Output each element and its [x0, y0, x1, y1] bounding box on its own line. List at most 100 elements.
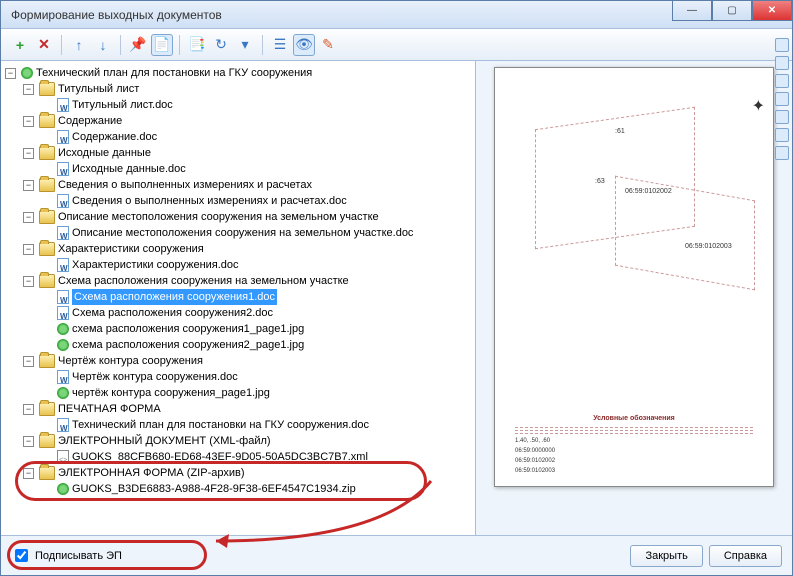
window: Формирование выходных документов — ▢ ✕ +… — [0, 0, 793, 576]
preview-tool-button[interactable] — [775, 128, 789, 142]
separator — [61, 35, 62, 55]
up-button[interactable]: ↑ — [68, 34, 90, 56]
refresh-button[interactable]: ↻ — [210, 34, 232, 56]
expander-icon[interactable]: − — [23, 84, 34, 95]
tree-folder[interactable]: −Чертёж контура сооружения — [23, 353, 471, 369]
preview-tool-button[interactable] — [775, 61, 789, 70]
window-controls: — ▢ ✕ — [672, 1, 792, 21]
tree-folder[interactable]: −Титульный лист — [23, 81, 471, 97]
folder-icon — [39, 178, 55, 192]
tree-folder[interactable]: − ЭЛЕКТРОННЫЙ ДОКУМЕНТ (XML-файл) — [23, 433, 471, 449]
preview-tool-button[interactable] — [775, 110, 789, 124]
copy-button[interactable]: 📑 — [186, 34, 208, 56]
add-button[interactable]: + — [9, 34, 31, 56]
doc-icon — [57, 370, 69, 384]
tree-folder[interactable]: − Сведения о выполненных измерениях и рас… — [23, 177, 471, 193]
check-icon — [57, 339, 69, 351]
tree-file[interactable]: Характеристики сооружения.doc — [41, 257, 471, 273]
preview-tool-button[interactable] — [775, 146, 789, 160]
sign-checkbox[interactable] — [15, 549, 28, 562]
pin-button[interactable]: 📌 — [127, 34, 149, 56]
parcel-label: :63 — [595, 178, 605, 185]
bottom-bar: Подписывать ЭП Закрыть Справка — [1, 535, 792, 575]
check-icon — [57, 387, 69, 399]
titlebar: Формирование выходных документов — ▢ ✕ — [1, 1, 792, 29]
tree-file[interactable]: GUOKS_88CFB680-ED68-43EF-9D05-50A5DC3BC7… — [41, 449, 471, 465]
doc-icon — [57, 226, 69, 240]
folder-icon — [39, 114, 55, 128]
expander-icon[interactable]: − — [23, 180, 34, 191]
close-dialog-button[interactable]: Закрыть — [630, 545, 702, 567]
doc-icon — [57, 98, 69, 112]
expander-icon[interactable]: − — [23, 468, 34, 479]
tree-folder[interactable]: − Исходные данные — [23, 145, 471, 161]
tree-file[interactable]: Содержание.doc — [41, 129, 471, 145]
expander-icon[interactable]: − — [23, 116, 34, 127]
expander-icon[interactable]: − — [23, 436, 34, 447]
remove-button[interactable]: ✕ — [33, 34, 55, 56]
tree-label: Чертёж контура сооружения.doc — [72, 369, 238, 385]
minimize-button[interactable]: — — [672, 1, 712, 21]
tree-label: Технический план для постановки на ГКУ с… — [72, 417, 369, 433]
tree-label: Содержание — [58, 113, 122, 129]
close-button[interactable]: ✕ — [752, 1, 792, 21]
preview-toggle-button[interactable]: 👁 — [293, 34, 315, 56]
maximize-button[interactable]: ▢ — [712, 1, 752, 21]
tree-file[interactable]: схема расположения сооружения1_page1.jpg — [41, 321, 471, 337]
tree-label: Схема расположения сооружения2.doc — [72, 305, 273, 321]
tree-file[interactable]: чертёж контура сооружения_page1.jpg — [41, 385, 471, 401]
list-button[interactable]: ☰ — [269, 34, 291, 56]
expander-icon[interactable]: − — [23, 356, 34, 367]
cadastral-label: 06:59:0102002 — [625, 188, 672, 195]
edit-button[interactable]: ✎ — [317, 34, 339, 56]
folder-icon — [39, 354, 55, 368]
tree-folder[interactable]: −ЭЛЕКТРОННАЯ ФОРМА (ZIP-архив) — [23, 465, 471, 481]
tree-file[interactable]: Чертёж контура сооружения.doc — [41, 369, 471, 385]
doc-icon — [57, 418, 69, 432]
legend-row: 06:59:0000000 — [515, 446, 753, 456]
tree-label: Характеристики сооружения — [58, 241, 204, 257]
tree-label: Сведения о выполненных измерениях и расч… — [72, 193, 347, 209]
tree-file-selected[interactable]: Схема расположения сооружения1.doc — [41, 289, 471, 305]
down-button[interactable]: ↓ — [92, 34, 114, 56]
tree-label: Описание местоположения сооружения на зе… — [58, 209, 379, 225]
tree-file[interactable]: Схема расположения сооружения2.doc — [41, 305, 471, 321]
doc-icon — [57, 290, 69, 304]
expander-icon[interactable]: − — [23, 148, 34, 159]
preview-document: ✦ :61 :63 06:59:0102002 06:59:0102003 Ус… — [494, 67, 774, 487]
folder-icon — [39, 434, 55, 448]
tree-label: Исходные данные — [58, 145, 151, 161]
tree-file[interactable]: Сведения о выполненных измерениях и расч… — [41, 193, 471, 209]
preview-tool-button[interactable] — [775, 74, 789, 88]
tree-folder[interactable]: − Характеристики сооружения — [23, 241, 471, 257]
help-button[interactable]: Справка — [709, 545, 782, 567]
tree-file[interactable]: Титульный лист.doc — [41, 97, 471, 113]
tree-file[interactable]: GUOKS_B3DE6883-A988-4F28-9F38-6EF4547C19… — [41, 481, 471, 497]
page-button[interactable]: 📄 — [151, 34, 173, 56]
expander-icon[interactable]: − — [23, 212, 34, 223]
tree-folder[interactable]: −Схема расположения сооружения на земель… — [23, 273, 471, 289]
tree-label: чертёж контура сооружения_page1.jpg — [72, 385, 270, 401]
tree-pane[interactable]: − Технический план для постановки на ГКУ… — [1, 61, 475, 535]
tree-label: Сведения о выполненных измерениях и расч… — [58, 177, 312, 193]
tree-label: ЭЛЕКТРОННЫЙ ДОКУМЕНТ (XML-файл) — [58, 433, 271, 449]
expander-icon[interactable]: − — [23, 244, 34, 255]
tree-folder[interactable]: −ПЕЧАТНАЯ ФОРМА — [23, 401, 471, 417]
folder-icon — [39, 82, 55, 96]
sign-checkbox-label[interactable]: Подписывать ЭП — [11, 546, 122, 565]
expander-icon[interactable]: − — [23, 276, 34, 287]
preview-tool-button[interactable] — [775, 92, 789, 106]
compass-icon: ✦ — [752, 96, 765, 116]
tree-folder[interactable]: − Описание местоположения сооружения на з… — [23, 209, 471, 225]
legend-row: 06:59:0102002 — [515, 456, 753, 466]
parcel-label: :61 — [615, 128, 625, 135]
tree-file[interactable]: схема расположения сооружения2_page1.jpg — [41, 337, 471, 353]
expander-icon[interactable]: − — [5, 68, 16, 79]
tree-label: Содержание.doc — [72, 129, 157, 145]
expander-icon[interactable]: − — [23, 404, 34, 415]
tree-file[interactable]: Технический план для постановки на ГКУ с… — [41, 417, 471, 433]
tree-root[interactable]: − Технический план для постановки на ГКУ… — [5, 65, 471, 81]
tree-folder[interactable]: − Содержание — [23, 113, 471, 129]
tree-file[interactable]: Исходные данные.doc — [41, 161, 471, 177]
tree-file[interactable]: Описание местоположения сооружения на зе… — [41, 225, 471, 241]
